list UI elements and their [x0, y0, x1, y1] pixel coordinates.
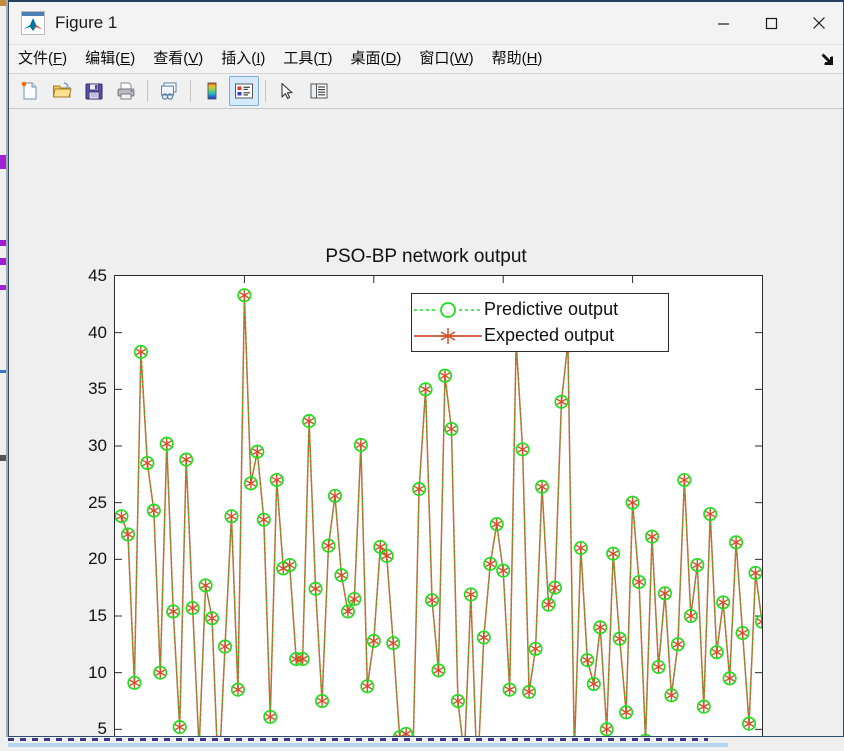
insert-colorbar-icon[interactable] — [197, 76, 227, 106]
menu-item-view[interactable]: 查看(V) — [144, 45, 212, 73]
legend-entry-predictive: Predictive output — [412, 297, 668, 323]
y-tick-label: 25 — [88, 492, 107, 512]
chart-title: PSO-BP network output — [325, 246, 527, 267]
menu-item-window[interactable]: 窗口(W) — [410, 45, 482, 73]
figure-toolbar — [9, 74, 843, 109]
save-figure-icon[interactable] — [79, 76, 109, 106]
menu-item-file[interactable]: 文件(F) — [9, 45, 76, 73]
legend-marker-predictive — [412, 298, 484, 322]
y-tick-label: 10 — [88, 662, 107, 682]
toolbar-separator — [147, 80, 148, 102]
y-tick-label: 40 — [88, 322, 107, 342]
y-axis-tick-labels: 051015202530354045 — [57, 109, 107, 736]
print-figure-icon[interactable] — [111, 76, 141, 106]
legend-label-expected: Expected output — [484, 325, 615, 345]
y-tick-label: 45 — [88, 266, 107, 285]
legend-label-predictive: Predictive output — [484, 299, 619, 319]
minimize-button[interactable] — [699, 2, 747, 44]
y-tick-label: 15 — [88, 606, 107, 625]
dock-arrow-icon[interactable] — [819, 51, 835, 67]
chart-legend: Predictive output Expected output — [411, 293, 669, 352]
figure-canvas: PSO-BP network output 051015202530354045… — [9, 109, 843, 736]
y-tick-label: 20 — [88, 549, 107, 569]
y-tick-label: 35 — [88, 379, 107, 399]
matlab-logo-icon — [21, 11, 45, 35]
maximize-button[interactable] — [747, 2, 795, 44]
menu-bar: 文件(F) 编辑(E) 查看(V) 插入(I) 工具(T) 桌面(D) 窗口(W… — [9, 45, 843, 74]
edit-plot-pointer-icon[interactable] — [272, 76, 302, 106]
legend-entry-expected: Expected output — [412, 323, 668, 349]
menu-item-desktop[interactable]: 桌面(D) — [342, 45, 411, 73]
background-window-sliver — [0, 0, 8, 751]
window-controls — [699, 2, 843, 44]
menu-item-edit[interactable]: 编辑(E) — [76, 45, 144, 73]
menu-item-tools[interactable]: 工具(T) — [274, 45, 341, 73]
property-inspector-icon[interactable] — [304, 76, 334, 106]
menu-item-insert[interactable]: 插入(I) — [212, 45, 274, 73]
link-plot-icon[interactable] — [154, 76, 184, 106]
dashed-strip — [8, 738, 708, 741]
new-figure-icon[interactable] — [15, 76, 45, 106]
title-bar: Figure 1 — [9, 2, 843, 45]
toolbar-separator — [190, 80, 191, 102]
figure-window: Figure 1 文件(F) 编辑(E) 查看(V) 插入(I) 工具(T) 桌… — [8, 0, 844, 737]
menu-item-help[interactable]: 帮助(H) — [483, 45, 552, 73]
close-button[interactable] — [795, 2, 843, 44]
open-file-icon[interactable] — [47, 76, 77, 106]
y-tick-label: 30 — [88, 436, 107, 455]
insert-legend-icon[interactable] — [229, 76, 259, 106]
window-title: Figure 1 — [55, 13, 118, 32]
y-tick-label: 5 — [97, 719, 107, 736]
legend-marker-expected — [412, 324, 484, 348]
light-strip — [8, 743, 728, 747]
toolbar-separator — [265, 80, 266, 102]
taskbar-sliver — [0, 737, 844, 751]
